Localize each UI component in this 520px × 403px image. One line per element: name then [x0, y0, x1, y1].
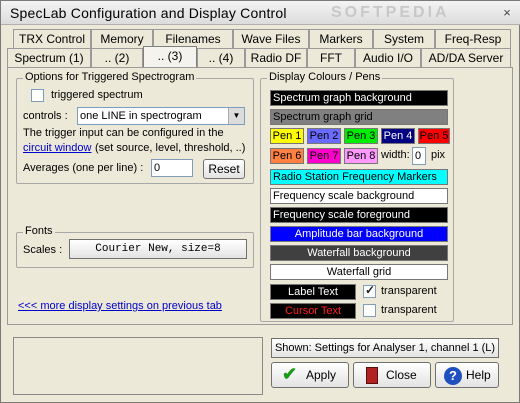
spectrum-bg-colour[interactable]: Spectrum graph background [270, 90, 448, 106]
radio-markers-colour[interactable]: Radio Station Frequency Markers [270, 169, 448, 185]
title-bar[interactable]: SpecLab Configuration and Display Contro… [1, 1, 520, 25]
cursor-transparent-checkbox[interactable] [363, 304, 376, 317]
label-transparent-label: transparent [381, 285, 437, 297]
amp-bar-bg-colour[interactable]: Amplitude bar background [270, 226, 448, 242]
pen-8-colour[interactable]: Pen 8 [344, 148, 378, 164]
config-window: SpecLab Configuration and Display Contro… [0, 0, 520, 403]
help-button[interactable]: ? Help [435, 362, 499, 388]
scales-font-button[interactable]: Courier New, size=8 [69, 239, 247, 259]
tab-wave-files[interactable]: Wave Files [233, 29, 309, 48]
fonts-group-title: Fonts [23, 225, 55, 237]
tab-spectrum-1[interactable]: Spectrum (1) [7, 48, 91, 67]
tab-spectrum-2[interactable]: .. (2) [91, 48, 143, 67]
trigger-hint-line1: The trigger input can be configured in t… [23, 127, 224, 139]
averages-label: Averages (one per line) : [23, 162, 144, 174]
spectrum-grid-colour[interactable]: Spectrum graph grid [270, 109, 448, 125]
averages-input[interactable]: 0 [151, 159, 193, 177]
door-icon [366, 367, 378, 384]
tab-trx-control[interactable]: TRX Control [13, 29, 91, 48]
apply-label: Apply [306, 368, 337, 382]
help-label: Help [466, 368, 491, 382]
pen-width-label: width: [381, 149, 410, 161]
label-transparent-checkbox[interactable] [363, 283, 376, 298]
triggered-group-title: Options for Triggered Spectrogram [23, 71, 197, 83]
controls-label: controls : [23, 110, 68, 122]
freq-scale-bg-colour[interactable]: Frequency scale background [270, 188, 448, 204]
pen-5-colour[interactable]: Pen 5 [418, 128, 450, 144]
tab-panel: Options for Triggered Spectrogram trigge… [7, 67, 513, 325]
triggered-spectrum-checkbox[interactable] [31, 89, 44, 102]
tab-system[interactable]: System [373, 29, 435, 48]
analyser-info-button[interactable]: Shown: Settings for Analyser 1, channel … [271, 338, 499, 358]
pen-4-colour[interactable]: Pen 4 [381, 128, 415, 144]
apply-button[interactable]: ✔ Apply [271, 362, 349, 388]
chevron-down-icon[interactable]: ▼ [228, 108, 244, 124]
tab-freq-resp[interactable]: Freq-Resp [435, 29, 511, 48]
pen-width-unit: pix [431, 149, 446, 161]
pen-1-colour[interactable]: Pen 1 [270, 128, 304, 144]
more-settings-link[interactable]: <<< more display settings on previous ta… [18, 300, 222, 312]
controls-select[interactable]: one LINE in spectrogram ▼ [77, 107, 245, 125]
pen-2-colour[interactable]: Pen 2 [307, 128, 341, 144]
pen-6-colour[interactable]: Pen 6 [270, 148, 304, 164]
tab-fft[interactable]: FFT [307, 48, 355, 67]
window-close-icon[interactable]: × [499, 5, 515, 21]
waterfall-bg-colour[interactable]: Waterfall background [270, 245, 448, 261]
question-icon: ? [444, 367, 462, 385]
triggered-spectrum-label: triggered spectrum [51, 89, 143, 101]
fonts-group: Fonts Scales : Courier New, size=8 [16, 225, 254, 268]
cursor-transparent-label: transparent [381, 304, 437, 316]
tab-audio-io[interactable]: Audio I/O [355, 48, 421, 67]
close-label: Close [386, 368, 417, 382]
freq-scale-fg-colour[interactable]: Frequency scale foreground [270, 207, 448, 223]
label-text-colour[interactable]: Label Text [270, 284, 356, 300]
close-button[interactable]: Close [353, 362, 431, 388]
tab-spectrum-4[interactable]: .. (4) [197, 48, 245, 67]
pen-width-input[interactable]: 0 [412, 147, 426, 165]
controls-select-value: one LINE in spectrogram [80, 110, 202, 122]
tab-radio-df[interactable]: Radio DF [245, 48, 307, 67]
trigger-hint-line2: (set source, level, threshold, ..) [95, 142, 246, 154]
circuit-window-link[interactable]: circuit window [23, 142, 91, 154]
pen-3-colour[interactable]: Pen 3 [344, 128, 378, 144]
window-title: SpecLab Configuration and Display Contro… [10, 5, 287, 21]
colours-group-title: Display Colours / Pens [267, 71, 383, 83]
tab-ad-da-server[interactable]: AD/DA Server [421, 48, 511, 67]
tab-markers[interactable]: Markers [309, 29, 373, 48]
triggered-spectrogram-group: Options for Triggered Spectrogram trigge… [16, 71, 254, 184]
pen-7-colour[interactable]: Pen 7 [307, 148, 341, 164]
display-colours-group: Display Colours / Pens Spectrum graph ba… [260, 71, 454, 322]
scales-label: Scales : [23, 244, 63, 256]
tab-spectrum-3[interactable]: .. (3) [143, 46, 197, 67]
softpedia-watermark: SOFTPEDIA [331, 4, 450, 21]
waterfall-grid-colour[interactable]: Waterfall grid [270, 264, 448, 280]
checkmark-icon: ✔ [282, 364, 298, 384]
reset-button[interactable]: Reset [203, 159, 245, 179]
cursor-text-colour[interactable]: Cursor Text [270, 303, 356, 319]
info-box [13, 337, 263, 395]
